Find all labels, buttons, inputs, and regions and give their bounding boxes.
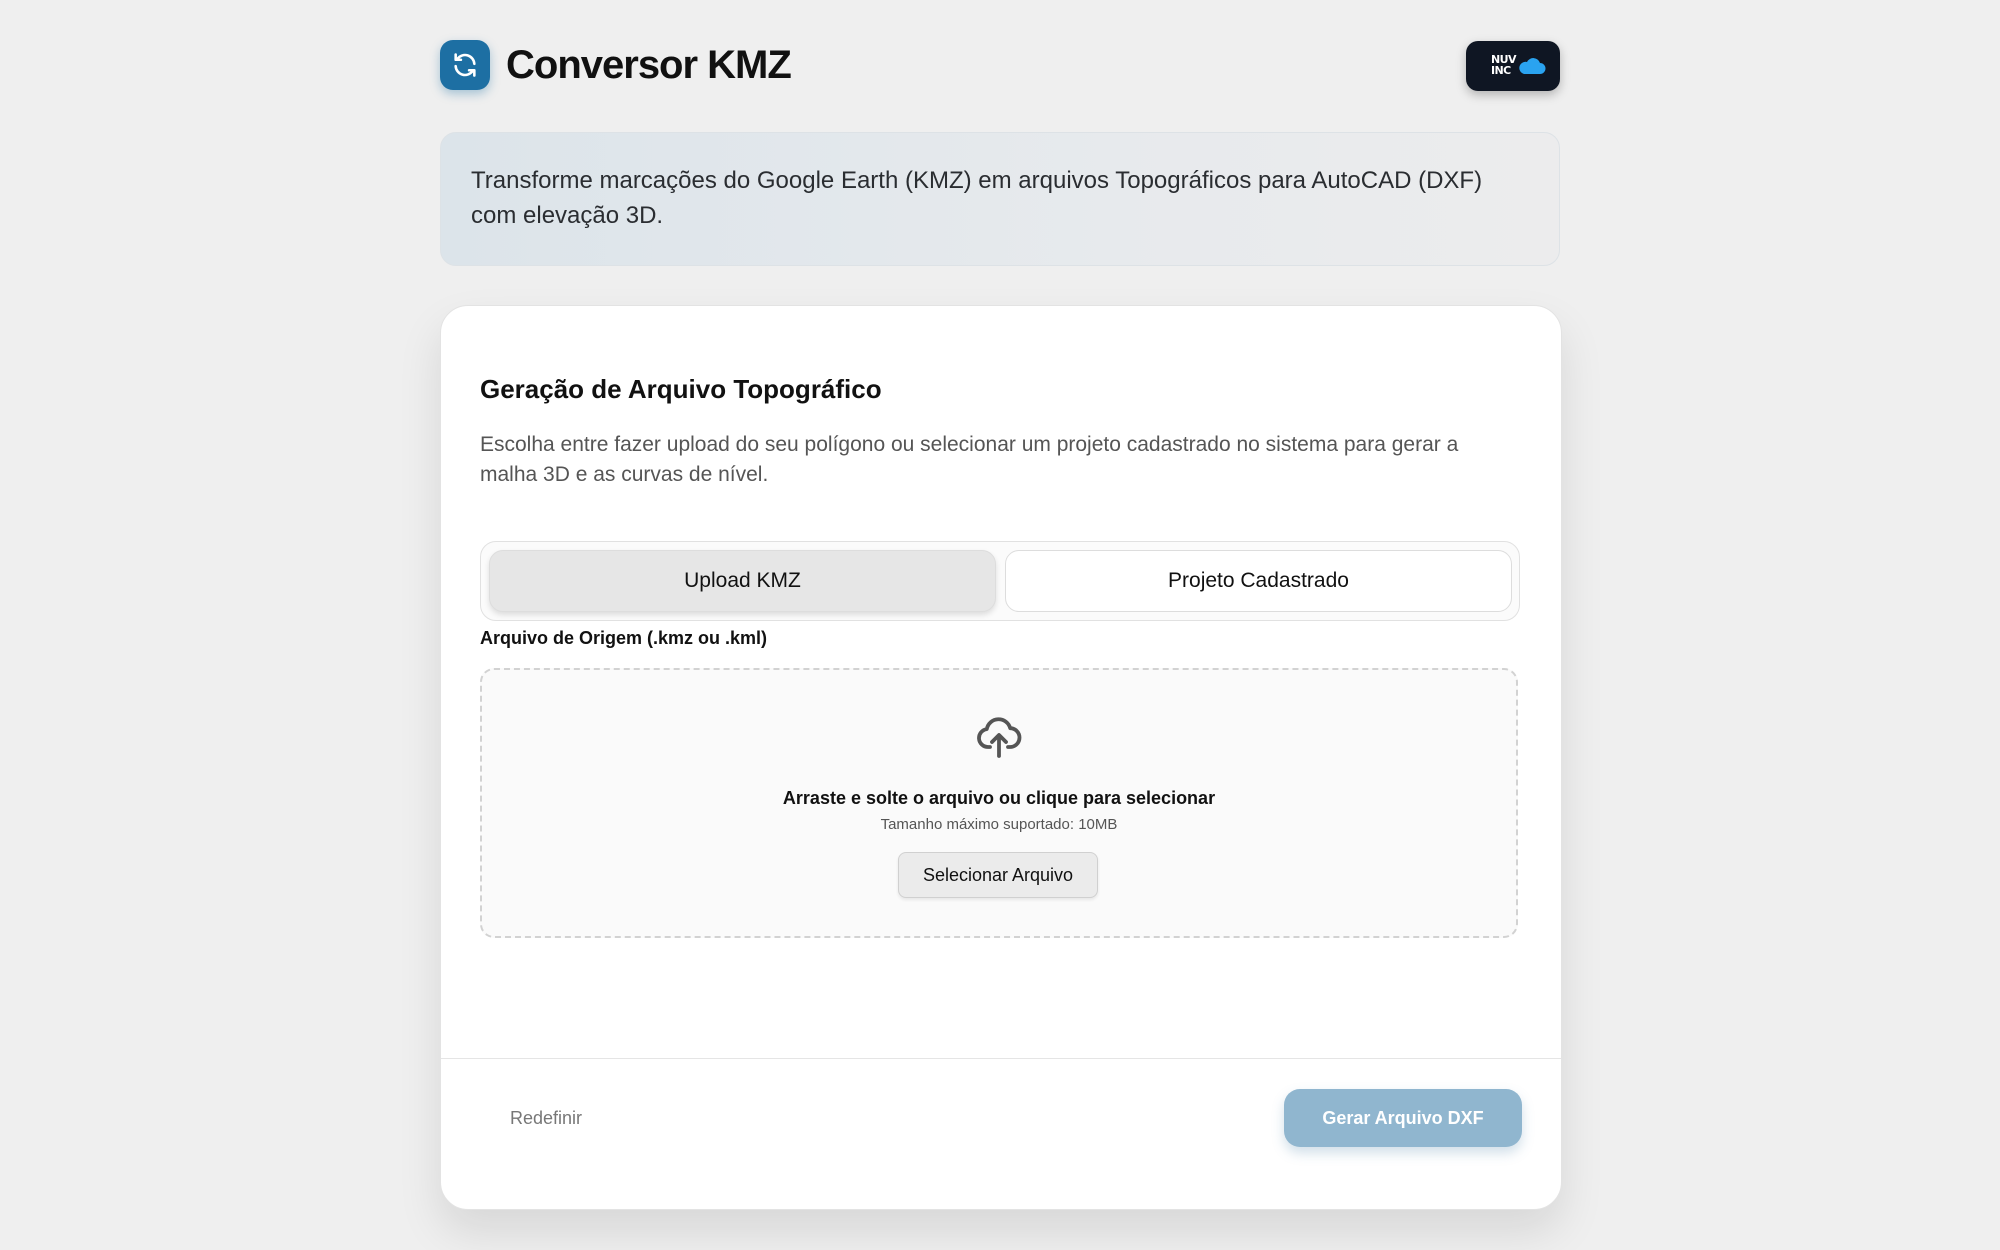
source-tabs: Upload KMZ Projeto Cadastrado bbox=[480, 541, 1520, 621]
header: Conversor KMZ NUV INC bbox=[440, 40, 1560, 92]
source-file-label: Arquivo de Origem (.kmz ou .kml) bbox=[480, 628, 768, 648]
intro-text: Transforme marcações do Google Earth (KM… bbox=[471, 167, 1483, 229]
dropzone-title: Arraste e solte o arquivo ou clique para… bbox=[782, 788, 1216, 808]
generate-dxf-button[interactable]: Gerar Arquivo DXF bbox=[1284, 1089, 1522, 1147]
card-title: Geração de Arquivo Topográfico bbox=[480, 374, 882, 404]
reset-button[interactable]: Redefinir bbox=[510, 1108, 582, 1129]
tab-upload-kmz[interactable]: Upload KMZ bbox=[489, 550, 996, 612]
select-file-button[interactable]: Selecionar Arquivo bbox=[898, 852, 1098, 898]
cloud-upload-icon bbox=[977, 717, 1022, 758]
tab-projeto-cadastrado[interactable]: Projeto Cadastrado bbox=[1005, 550, 1512, 612]
topographic-card: Geração de Arquivo Topográfico Escolha e… bbox=[440, 305, 1562, 1210]
intro-banner: Transforme marcações do Google Earth (KM… bbox=[440, 132, 1560, 266]
app-title: Conversor KMZ bbox=[506, 43, 792, 87]
refresh-icon bbox=[440, 40, 490, 90]
file-dropzone[interactable]: Arraste e solte o arquivo ou clique para… bbox=[480, 668, 1518, 938]
dropzone-size-hint: Tamanho máximo suportado: 10MB bbox=[880, 816, 1118, 833]
brand-badge[interactable]: NUV INC bbox=[1466, 41, 1560, 91]
footer-divider bbox=[441, 1058, 1561, 1059]
cloud-icon bbox=[1519, 58, 1546, 74]
card-description: Escolha entre fazer upload do seu polígo… bbox=[480, 433, 1459, 486]
brand-logo-text: NUV INC bbox=[1491, 53, 1516, 77]
